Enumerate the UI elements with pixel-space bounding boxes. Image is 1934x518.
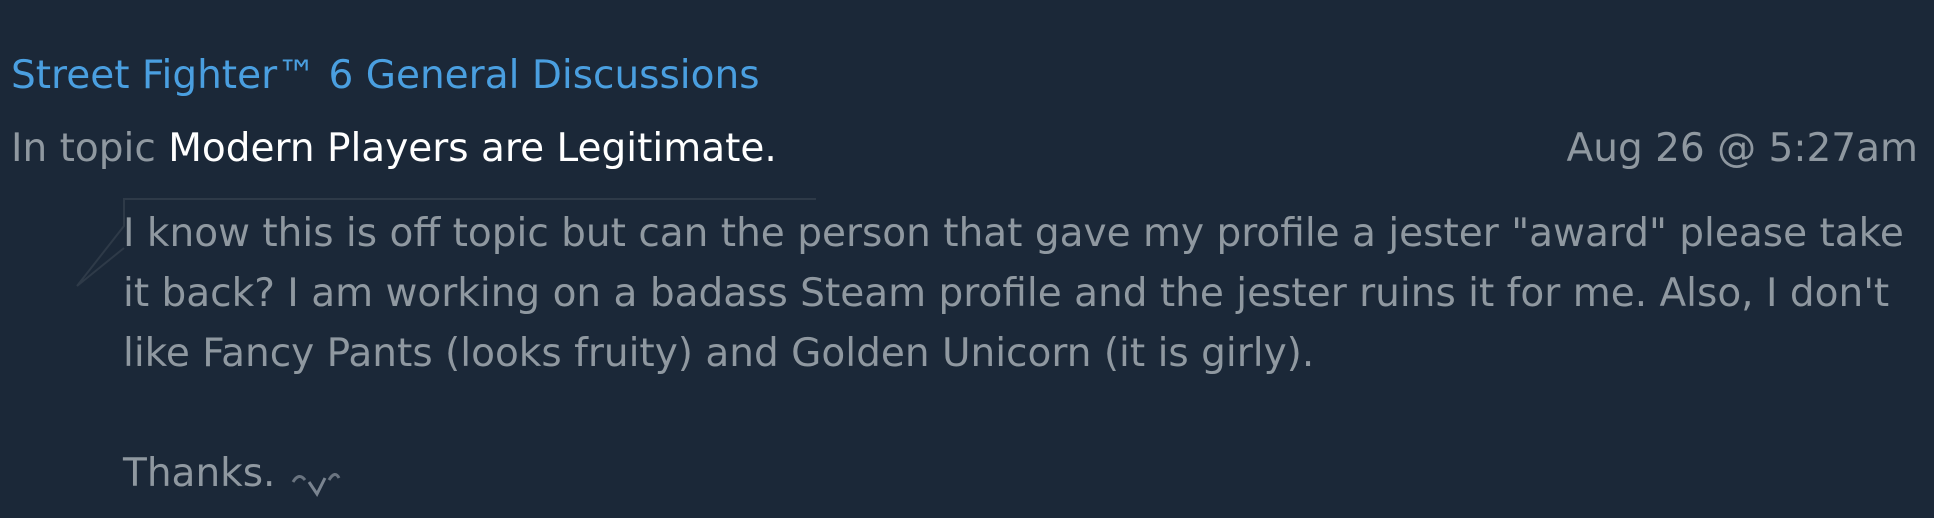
emoticon-icon bbox=[287, 458, 343, 498]
post-body: I know this is off topic but can the per… bbox=[123, 204, 1913, 504]
post-line: I know this is off topic but can the per… bbox=[123, 211, 1904, 256]
topic-line: In topic Modern Players are Legitimate. bbox=[11, 124, 777, 174]
post-line: it back? I am working on a badass Steam … bbox=[123, 271, 1890, 316]
topic-title-link[interactable]: Modern Players are Legitimate. bbox=[168, 126, 777, 171]
post-closing-line: Thanks. bbox=[123, 444, 1913, 504]
topic-prefix: In topic bbox=[11, 126, 156, 171]
post-closing: Thanks. bbox=[123, 451, 276, 496]
post-timestamp: Aug 26 @ 5:27am bbox=[1566, 126, 1918, 171]
post-line: like Fancy Pants (looks fruity) and Gold… bbox=[123, 331, 1315, 376]
forum-title-link[interactable]: Street Fighter™ 6 General Discussions bbox=[11, 52, 760, 100]
